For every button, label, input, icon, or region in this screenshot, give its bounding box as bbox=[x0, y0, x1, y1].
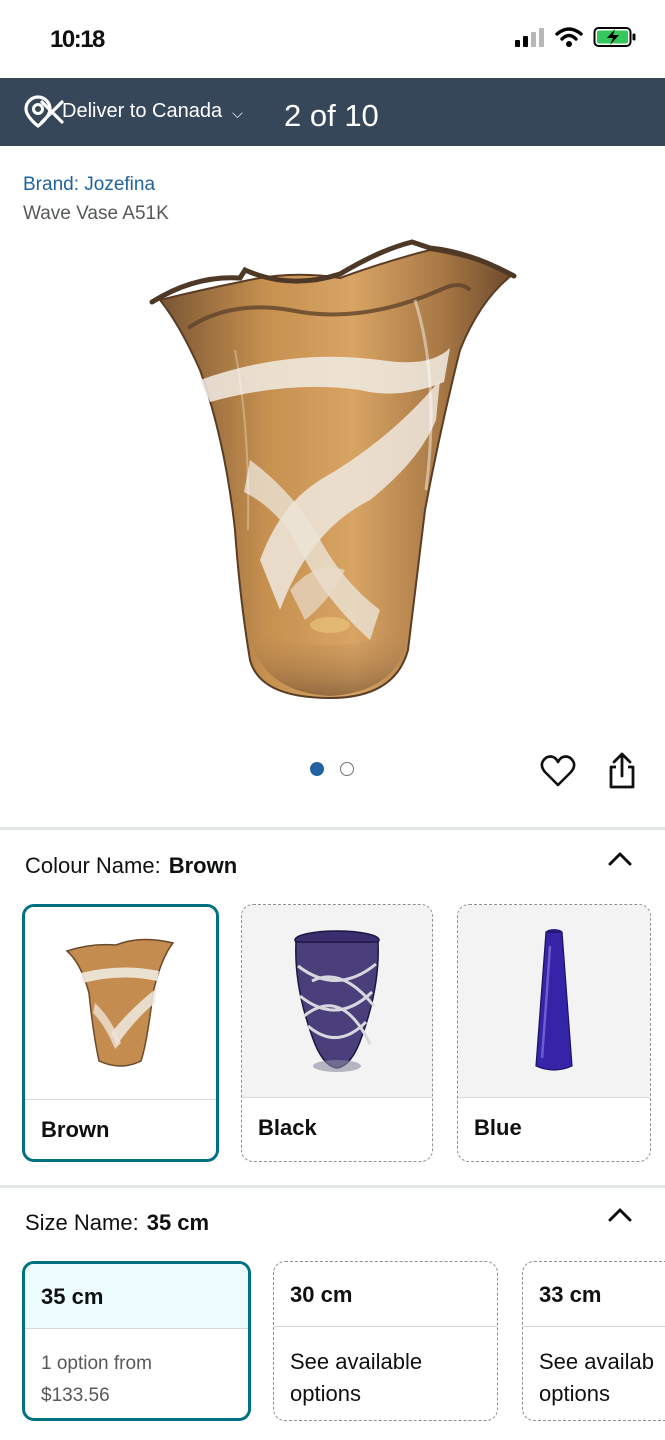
size-label-text: Size Name: bbox=[25, 1210, 139, 1235]
wifi-icon bbox=[555, 27, 583, 47]
signal-icon bbox=[515, 28, 544, 47]
chevron-up-icon[interactable] bbox=[607, 1206, 633, 1224]
colour-option-label: Blue bbox=[474, 1115, 522, 1140]
battery-charging-icon bbox=[593, 27, 636, 47]
swatch-image-brown bbox=[25, 907, 216, 1099]
product-title: Wave Vase A51K bbox=[23, 203, 169, 224]
swatch-separator bbox=[25, 1099, 216, 1100]
swatch-separator bbox=[458, 1097, 650, 1098]
size-selected-value: 35 cm bbox=[146, 1210, 210, 1235]
size-separator bbox=[274, 1326, 497, 1327]
chevron-down-icon: ⌵ bbox=[232, 104, 243, 121]
size-option-line2: options bbox=[539, 1381, 610, 1406]
deliver-to-button[interactable]: Deliver to Canada ⌵ bbox=[22, 94, 243, 128]
size-option-availability: See available options bbox=[290, 1346, 422, 1410]
size-separator bbox=[25, 1328, 248, 1329]
size-separator bbox=[523, 1326, 665, 1327]
size-option-price: 1 option from $133.56 bbox=[41, 1348, 152, 1412]
size-option-30cm[interactable]: 30 cm See available options bbox=[273, 1261, 498, 1421]
carousel-dot[interactable] bbox=[340, 762, 354, 776]
size-option-header: 30 cm bbox=[274, 1262, 497, 1326]
result-counter: 2 of 10 bbox=[284, 98, 379, 133]
size-option-header: 35 cm bbox=[25, 1264, 248, 1328]
colour-option-label: Black bbox=[258, 1115, 317, 1140]
share-icon[interactable] bbox=[606, 752, 638, 790]
swatch-image-black bbox=[242, 905, 432, 1097]
status-time: 10:18 bbox=[50, 26, 105, 53]
status-icons bbox=[515, 26, 637, 48]
heart-icon[interactable] bbox=[540, 754, 576, 788]
size-label: Size Name: 35 cm bbox=[25, 1210, 209, 1236]
colour-label: Colour Name: Brown bbox=[25, 853, 237, 879]
colour-option-blue[interactable]: Blue bbox=[457, 904, 651, 1162]
section-divider bbox=[0, 827, 665, 830]
swatch-separator bbox=[242, 1097, 432, 1098]
size-option-line1: See availab bbox=[539, 1349, 654, 1374]
colour-selected-value: Brown bbox=[168, 853, 238, 878]
colour-option-black[interactable]: Black bbox=[241, 904, 433, 1162]
size-option-availability: See availab options bbox=[539, 1346, 654, 1410]
brand-link[interactable]: Brand: Jozefina bbox=[23, 174, 155, 196]
deliver-label: Deliver to Canada bbox=[62, 99, 223, 122]
chevron-up-icon[interactable] bbox=[607, 850, 633, 868]
swatch-image-blue bbox=[458, 905, 650, 1097]
product-image[interactable] bbox=[140, 230, 525, 710]
colour-label-text: Colour Name: bbox=[25, 853, 161, 878]
size-option-name: 30 cm bbox=[290, 1282, 353, 1307]
section-divider bbox=[0, 1185, 665, 1188]
colour-option-brown[interactable]: Brown bbox=[22, 904, 219, 1162]
location-pin-icon bbox=[24, 95, 64, 128]
size-option-line1: 1 option from bbox=[41, 1353, 152, 1374]
status-bar: 10:18 bbox=[0, 0, 665, 78]
carousel-dot-active[interactable] bbox=[310, 762, 324, 776]
nav-bar: Deliver to Canada ⌵ 2 of 10 bbox=[0, 78, 665, 146]
size-option-header: 33 cm bbox=[523, 1262, 665, 1326]
size-option-name: 33 cm bbox=[539, 1282, 602, 1307]
colour-option-label: Brown bbox=[41, 1117, 110, 1142]
size-option-33cm[interactable]: 33 cm See availab options bbox=[522, 1261, 665, 1421]
size-option-35cm[interactable]: 35 cm 1 option from $133.56 bbox=[22, 1261, 251, 1421]
size-option-line2: options bbox=[290, 1381, 361, 1406]
size-option-line2: $133.56 bbox=[41, 1385, 110, 1406]
carousel-dots bbox=[310, 762, 354, 776]
size-option-line1: See available bbox=[290, 1349, 423, 1374]
size-option-name: 35 cm bbox=[41, 1284, 104, 1309]
